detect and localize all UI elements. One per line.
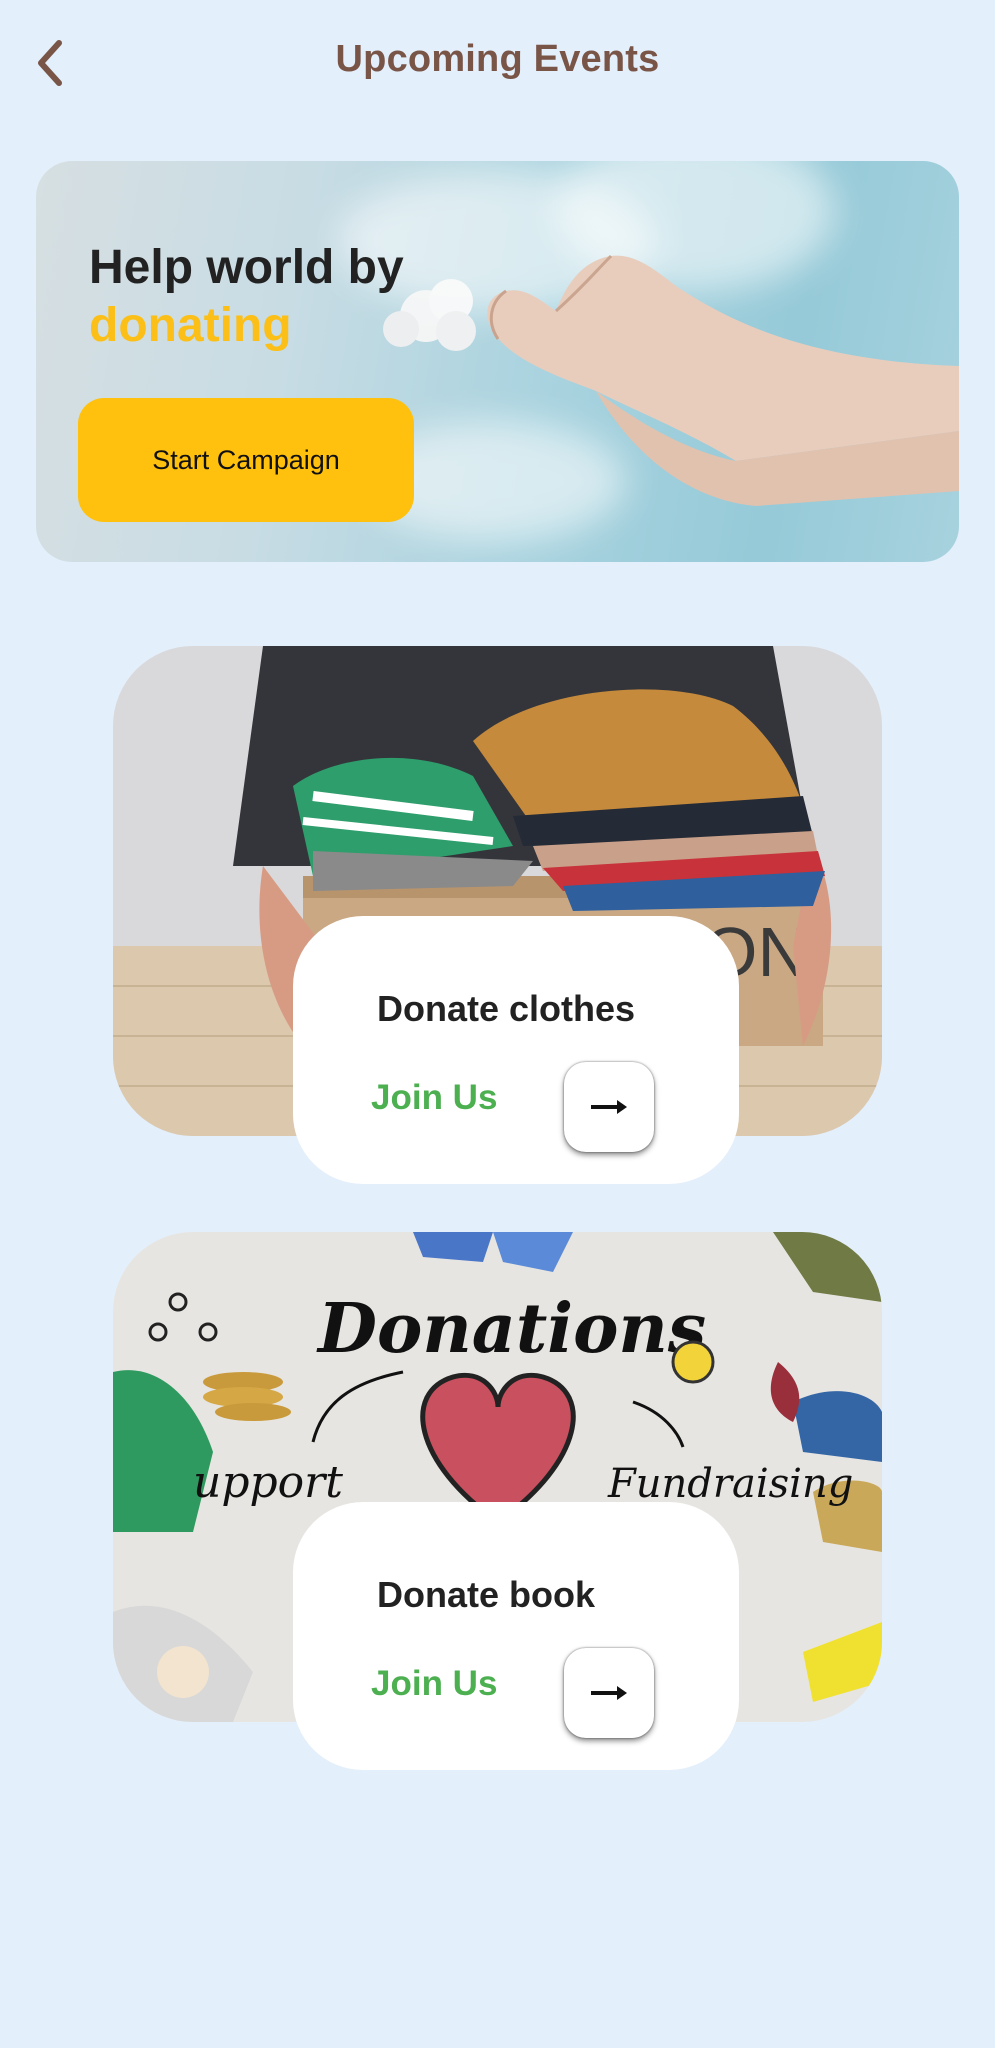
event-info-panel: Donate clothes Join Us xyxy=(293,916,739,1184)
event-info-panel: Donate book Join Us xyxy=(293,1502,739,1770)
page-title: Upcoming Events xyxy=(335,38,660,80)
join-arrow-button[interactable] xyxy=(564,1062,654,1152)
donation-hero-banner: Help world by donating Start Campaign xyxy=(36,161,959,562)
hero-title-accent: donating xyxy=(89,299,292,352)
hero-title: Help world by donating xyxy=(89,239,404,355)
upcoming-events-screen: Upcoming Events Help world by donating S… xyxy=(0,0,995,2048)
event-card-donate-book: Donations upport Fundraising Donate book xyxy=(113,1232,882,1772)
illustration-heading-text: Donations xyxy=(316,1289,706,1369)
illustration-fundraising-text: Fundraising xyxy=(607,1461,853,1507)
join-arrow-button[interactable] xyxy=(564,1648,654,1738)
illustration-support-text: upport xyxy=(193,1457,343,1508)
arrow-right-icon xyxy=(591,1100,627,1114)
start-campaign-button[interactable]: Start Campaign xyxy=(78,398,414,522)
join-us-link[interactable]: Join Us xyxy=(371,1078,497,1118)
event-title: Donate book xyxy=(377,1574,596,1615)
arrow-right-icon xyxy=(591,1686,627,1700)
event-title: Donate clothes xyxy=(377,988,636,1029)
event-card-donate-clothes: ON Donate clothes Join Us xyxy=(113,646,882,1186)
hero-title-line1: Help world by xyxy=(89,241,404,294)
join-us-link[interactable]: Join Us xyxy=(371,1664,497,1704)
